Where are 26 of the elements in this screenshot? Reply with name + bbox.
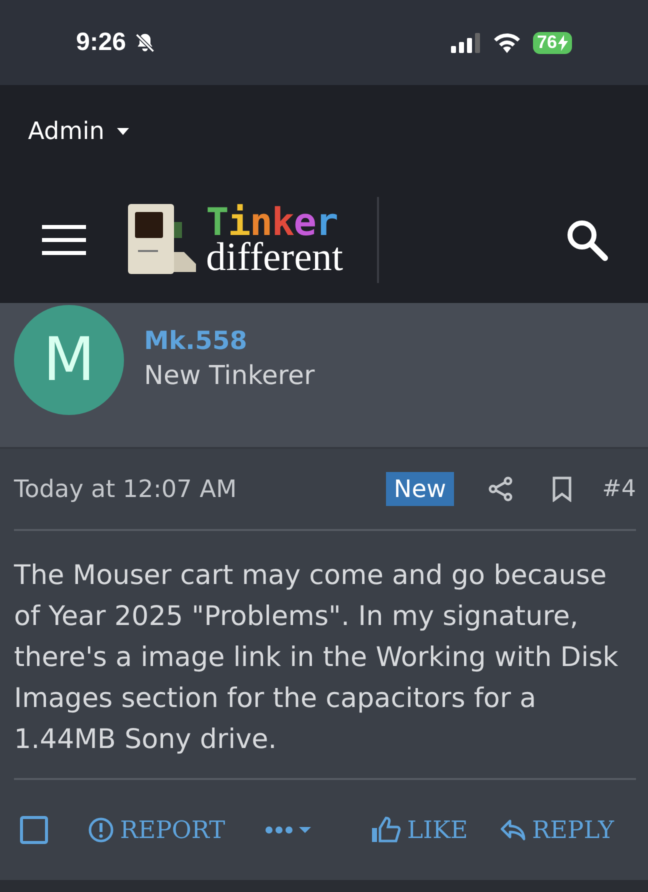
author-name[interactable]: Mk.558 <box>144 326 315 356</box>
bookmark-icon[interactable] <box>552 476 572 502</box>
more-menu-icon[interactable] <box>265 824 314 836</box>
wifi-icon <box>492 32 521 53</box>
user-title: New Tinkerer <box>144 361 315 392</box>
share-icon[interactable] <box>488 476 514 502</box>
post-date[interactable]: Today at 12:07 AM <box>14 475 386 503</box>
report-button[interactable]: REPORT <box>88 816 226 844</box>
signal-icon <box>450 32 481 53</box>
account-menu[interactable]: Admin <box>28 117 128 146</box>
like-button[interactable]: LIKE <box>371 816 468 844</box>
reply-arrow-icon <box>500 819 526 841</box>
search-icon[interactable] <box>566 218 608 261</box>
battery-icon: 76 <box>532 32 572 54</box>
select-checkbox[interactable] <box>20 816 48 844</box>
caret-icon <box>116 128 128 135</box>
thumbs-up-icon <box>371 816 402 844</box>
time: 9:26 <box>76 28 126 58</box>
post-number[interactable]: #4 <box>602 476 636 502</box>
bell-off-icon <box>134 32 156 54</box>
reply-button[interactable]: REPLY <box>500 816 614 844</box>
exclamation-circle-icon <box>88 817 114 843</box>
avatar[interactable]: M <box>14 304 124 415</box>
new-badge: New <box>386 472 454 506</box>
menu-icon[interactable] <box>42 224 86 255</box>
post-body: The Mouser cart may come and go because of Year 2025 "Problems". In my signature, there's a image link in the Working with Disk Images section for the capacitors for a 1.44MB Sony drive. <box>14 531 636 780</box>
